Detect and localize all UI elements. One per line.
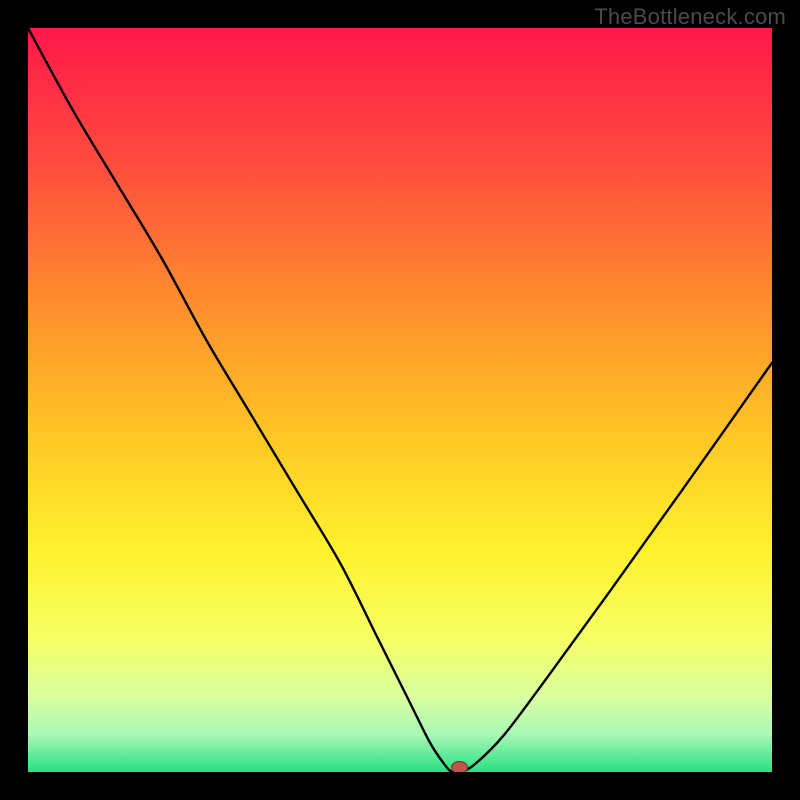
gradient-background: [28, 28, 772, 772]
optimum-marker: [452, 762, 468, 772]
chart-frame: TheBottleneck.com: [0, 0, 800, 800]
plot-area: [28, 28, 772, 772]
chart-svg: [28, 28, 772, 772]
watermark-text: TheBottleneck.com: [594, 4, 786, 30]
